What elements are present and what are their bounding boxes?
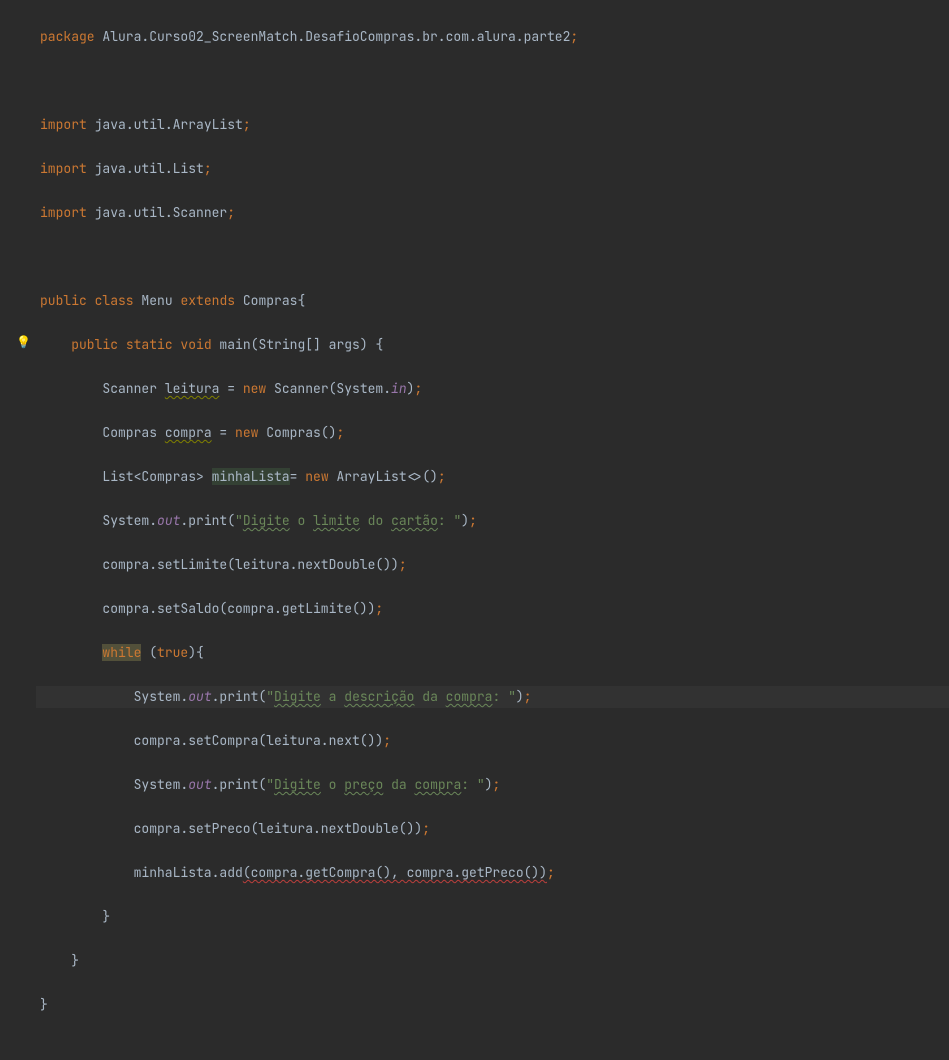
code-line: List<Compras> minhaLista= new ArrayList<… [36,466,949,488]
code-line: compra.setCompra(leitura.next()); [36,730,949,752]
code-line: import java.util.List; [36,158,949,180]
code-line [36,70,949,92]
gutter: 💡 [0,0,36,611]
code-area[interactable]: package Alura.Curso02_ScreenMatch.Desafi… [36,0,949,611]
code-line: } [36,994,949,1016]
code-line: } [36,906,949,928]
code-line: compra.setSaldo(compra.getLimite()); [36,598,949,620]
code-line: System.out.print("Digite o preço da comp… [36,774,949,796]
code-line [36,246,949,268]
code-line: System.out.print("Digite o limite do car… [36,510,949,532]
code-line: public class Menu extends Compras{ [36,290,949,312]
intention-bulb-icon[interactable]: 💡 [16,331,31,353]
code-editor[interactable]: 💡 package Alura.Curso02_ScreenMatch.Desa… [0,0,949,611]
code-line: public static void main(String[] args) { [36,334,949,356]
code-line: import java.util.ArrayList; [36,114,949,136]
code-line: minhaLista.add(compra.getCompra(), compr… [36,862,949,884]
code-line: Compras compra = new Compras(); [36,422,949,444]
code-line: Scanner leitura = new Scanner(System.in)… [36,378,949,400]
code-line: package Alura.Curso02_ScreenMatch.Desafi… [36,26,949,48]
code-line-current: System.out.print("Digite a descrição da … [36,686,949,708]
code-line: compra.setLimite(leitura.nextDouble()); [36,554,949,576]
code-line: compra.setPreco(leitura.nextDouble()); [36,818,949,840]
code-line: } [36,950,949,972]
code-line: while (true){ [36,642,949,664]
code-line: import java.util.Scanner; [36,202,949,224]
